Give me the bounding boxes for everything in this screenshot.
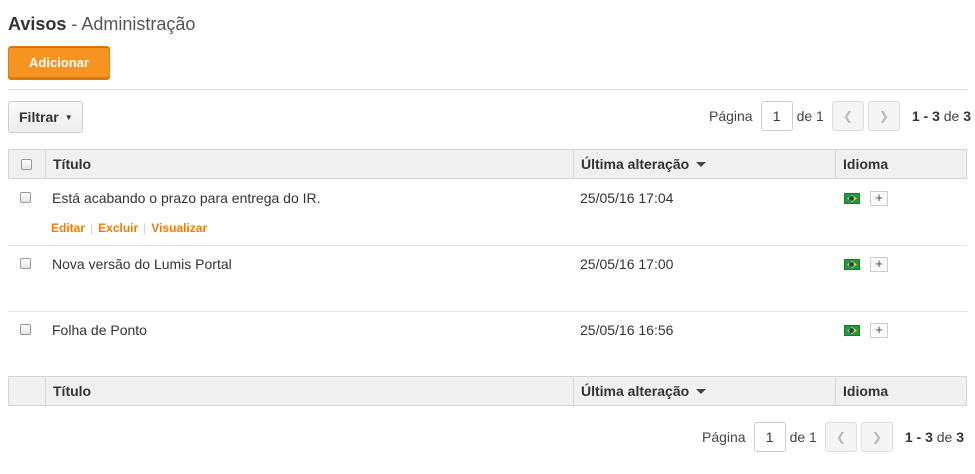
range-of: de bbox=[936, 429, 953, 445]
next-page-button[interactable]: ❯ bbox=[860, 422, 893, 452]
table-footer-header: Título Última alteração Idioma bbox=[8, 376, 967, 406]
select-all-checkbox[interactable] bbox=[21, 159, 32, 170]
chevron-right-icon: ❯ bbox=[871, 430, 882, 444]
row-title[interactable]: Folha de Ponto bbox=[52, 322, 147, 338]
add-language-button[interactable]: + bbox=[870, 257, 888, 272]
separator: | bbox=[90, 221, 94, 235]
brazil-flag-icon[interactable] bbox=[844, 259, 860, 270]
sort-desc-icon bbox=[696, 162, 707, 167]
filter-button[interactable]: Filtrar ▼ bbox=[8, 101, 83, 133]
row-actions: Editar | Excluir | Visualizar bbox=[51, 221, 207, 235]
row-checkbox[interactable] bbox=[20, 324, 31, 335]
divider bbox=[8, 89, 967, 90]
column-title[interactable]: Título bbox=[53, 150, 91, 178]
chevron-right-icon: ❯ bbox=[878, 109, 889, 123]
row-modified: 25/05/16 17:00 bbox=[580, 256, 674, 272]
row-checkbox[interactable] bbox=[20, 258, 31, 269]
column-modified[interactable]: Última alteração bbox=[581, 377, 707, 405]
page-title-main: Avisos bbox=[8, 14, 67, 34]
brazil-flag-icon[interactable] bbox=[844, 193, 860, 204]
page-number-input[interactable]: 1 bbox=[760, 101, 793, 131]
range-label: 1 - 3 de 3 bbox=[912, 108, 971, 124]
caret-down-icon: ▼ bbox=[64, 113, 73, 122]
column-title[interactable]: Título bbox=[53, 377, 91, 405]
filter-label: Filtrar bbox=[19, 109, 59, 125]
row-title[interactable]: Nova versão do Lumis Portal bbox=[52, 256, 232, 272]
range-of: de bbox=[943, 108, 960, 124]
chevron-left-icon: ❮ bbox=[842, 109, 853, 123]
page-title-sub: - Administração bbox=[66, 14, 196, 34]
column-divider bbox=[573, 150, 574, 178]
sort-desc-icon bbox=[696, 389, 707, 394]
page-label: Página bbox=[709, 108, 753, 124]
brazil-flag-icon[interactable] bbox=[844, 325, 860, 336]
page-title: Avisos - Administração bbox=[8, 14, 195, 35]
row-modified: 25/05/16 17:04 bbox=[580, 190, 674, 206]
range-span: 1 - 3 bbox=[904, 429, 933, 445]
column-modified-label: Última alteração bbox=[581, 383, 690, 399]
table-row: Folha de Ponto 25/05/16 16:56 + bbox=[8, 311, 967, 377]
pager-top: Página 1 de 1 ❮ ❯ 1 - 3 de 3 bbox=[709, 101, 971, 131]
page-number-input[interactable]: 1 bbox=[753, 422, 786, 452]
column-divider bbox=[573, 377, 574, 405]
range-span: 1 - 3 bbox=[911, 108, 940, 124]
add-language-button[interactable]: + bbox=[870, 323, 888, 338]
column-divider bbox=[835, 377, 836, 405]
range-total: 3 bbox=[956, 429, 965, 445]
pager-bottom: Página 1 de 1 ❮ ❯ 1 - 3 de 3 bbox=[702, 422, 964, 452]
column-divider bbox=[835, 150, 836, 178]
range-total: 3 bbox=[963, 108, 972, 124]
row-modified: 25/05/16 16:56 bbox=[580, 322, 674, 338]
column-language[interactable]: Idioma bbox=[843, 377, 888, 405]
edit-link[interactable]: Editar bbox=[51, 221, 85, 235]
table-row: Está acabando o prazo para entrega do IR… bbox=[8, 179, 967, 246]
view-link[interactable]: Visualizar bbox=[151, 221, 207, 235]
separator: | bbox=[143, 221, 147, 235]
column-language[interactable]: Idioma bbox=[843, 150, 888, 178]
column-divider bbox=[45, 377, 46, 405]
row-title[interactable]: Está acabando o prazo para entrega do IR… bbox=[52, 190, 321, 206]
table-row: Nova versão do Lumis Portal 25/05/16 17:… bbox=[8, 245, 967, 312]
prev-page-button[interactable]: ❮ bbox=[824, 422, 857, 452]
chevron-left-icon: ❮ bbox=[835, 430, 846, 444]
column-modified[interactable]: Última alteração bbox=[581, 150, 707, 178]
delete-link[interactable]: Excluir bbox=[98, 221, 138, 235]
table-header: Título Última alteração Idioma bbox=[8, 149, 967, 179]
column-divider bbox=[45, 150, 46, 178]
page-of-label: de 1 bbox=[796, 108, 824, 124]
next-page-button[interactable]: ❯ bbox=[867, 101, 900, 131]
add-language-button[interactable]: + bbox=[870, 191, 888, 206]
row-checkbox[interactable] bbox=[20, 192, 31, 203]
column-modified-label: Última alteração bbox=[581, 156, 690, 172]
prev-page-button[interactable]: ❮ bbox=[831, 101, 864, 131]
page-of-label: de 1 bbox=[789, 429, 817, 445]
add-button[interactable]: Adicionar bbox=[8, 46, 110, 78]
range-label: 1 - 3 de 3 bbox=[905, 429, 964, 445]
page-label: Página bbox=[702, 429, 746, 445]
